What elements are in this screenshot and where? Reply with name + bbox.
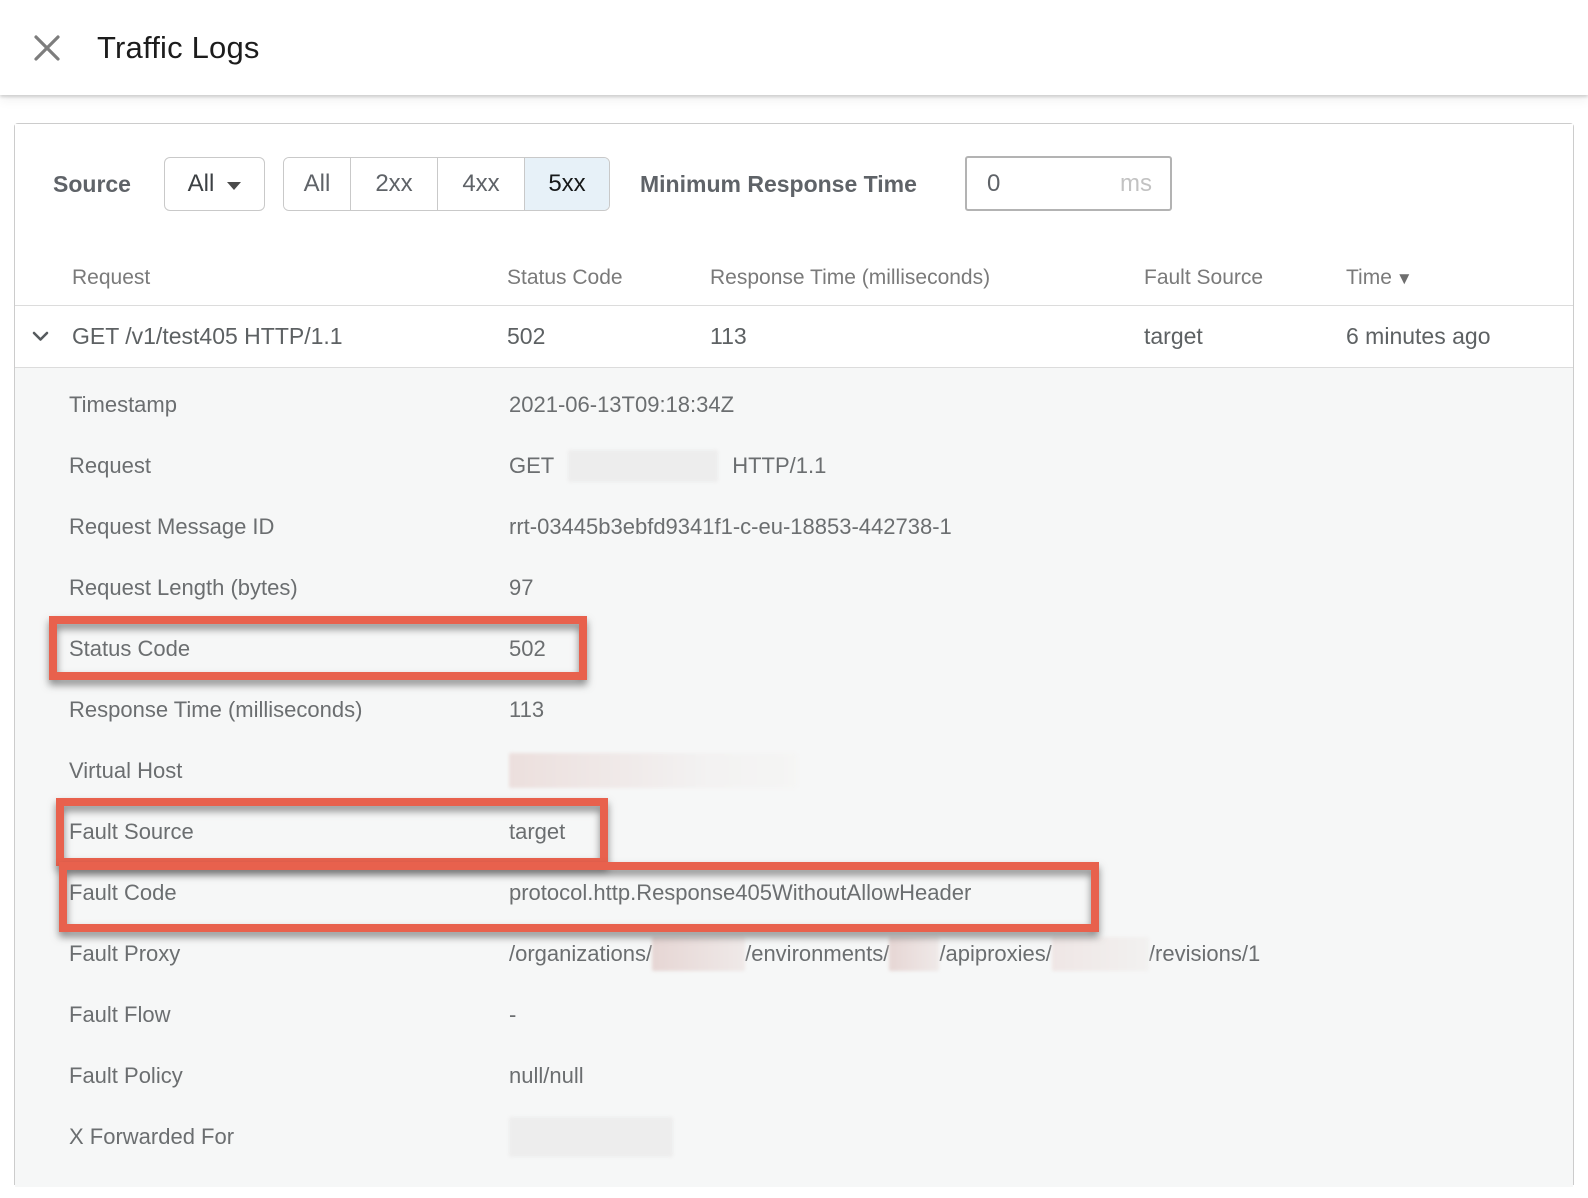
detail-value: 97 bbox=[509, 575, 1573, 601]
row-expand-chevron-icon[interactable] bbox=[32, 331, 56, 342]
detail-label: Fault Policy bbox=[15, 1063, 509, 1089]
page-title: Traffic Logs bbox=[97, 30, 260, 66]
detail-value: GET HTTP/1.1 bbox=[509, 450, 1573, 482]
detail-row-status-code: Status Code502 bbox=[15, 618, 1573, 679]
min-response-time-input[interactable]: 0 ms bbox=[965, 156, 1172, 211]
detail-label: Fault Proxy bbox=[15, 941, 509, 967]
detail-row-fault-flow: Fault Flow- bbox=[15, 984, 1573, 1045]
detail-value: 113 bbox=[509, 697, 1573, 723]
status-filter-segmented: All2xx4xx5xx bbox=[283, 157, 610, 211]
redacted-value bbox=[509, 1117, 673, 1157]
detail-value: rrt-03445b3ebfd9341f1-c-eu-18853-442738-… bbox=[509, 514, 1573, 540]
detail-row-fault-proxy: Fault Proxy/organizations/ /environments/… bbox=[15, 923, 1573, 984]
detail-label: Fault Source bbox=[15, 819, 509, 845]
detail-value: /organizations/ /environments/ /apiproxies… bbox=[509, 937, 1573, 971]
source-dropdown-value: All bbox=[188, 170, 215, 198]
redacted-value bbox=[1052, 937, 1149, 971]
detail-label: Virtual Host bbox=[15, 758, 509, 784]
detail-label: Request bbox=[15, 453, 509, 479]
dialog-header: Traffic Logs bbox=[0, 0, 1588, 95]
close-icon[interactable] bbox=[30, 31, 64, 65]
min-response-time-unit: ms bbox=[1120, 170, 1152, 198]
column-header-time-label: Time bbox=[1346, 266, 1392, 290]
status-filter-4xx[interactable]: 4xx bbox=[437, 158, 524, 210]
row-request: GET /v1/test405 HTTP/1.1 bbox=[72, 323, 343, 350]
detail-row-request: RequestGET HTTP/1.1 bbox=[15, 435, 1573, 496]
detail-label: Timestamp bbox=[15, 392, 509, 418]
row-status-code: 502 bbox=[507, 323, 710, 350]
filter-bar: Source All All2xx4xx5xx Minimum Response… bbox=[15, 124, 1573, 251]
status-filter-all[interactable]: All bbox=[284, 158, 350, 210]
detail-row-fault-source: Fault Sourcetarget bbox=[15, 801, 1573, 862]
column-header-response-time: Response Time (milliseconds) bbox=[710, 266, 1144, 290]
traffic-logs-panel: Source All All2xx4xx5xx Minimum Response… bbox=[14, 123, 1574, 1185]
detail-row-virtual-host: Virtual Host bbox=[15, 740, 1573, 801]
detail-value bbox=[509, 753, 1573, 788]
table-header: Request Status Code Response Time (milli… bbox=[15, 251, 1573, 306]
status-filter-2xx[interactable]: 2xx bbox=[350, 158, 437, 210]
detail-value: target bbox=[509, 819, 1573, 845]
detail-value-text: GET bbox=[509, 453, 554, 479]
detail-value: - bbox=[509, 1002, 1573, 1028]
redacted-value bbox=[509, 753, 797, 788]
sort-desc-icon: ▼ bbox=[1396, 270, 1413, 287]
redacted-value bbox=[652, 937, 745, 971]
status-filter-5xx[interactable]: 5xx bbox=[524, 158, 609, 210]
source-label: Source bbox=[53, 157, 131, 211]
detail-value: null/null bbox=[509, 1063, 1573, 1089]
column-header-status-code: Status Code bbox=[507, 266, 710, 290]
detail-row-fault-code: Fault Codeprotocol.http.Response405Witho… bbox=[15, 862, 1573, 923]
detail-row-request-length: Request Length (bytes)97 bbox=[15, 557, 1573, 618]
detail-value-text: /organizations/ bbox=[509, 941, 652, 967]
detail-row-fault-policy: Fault Policynull/null bbox=[15, 1045, 1573, 1106]
source-dropdown[interactable]: All bbox=[164, 157, 265, 211]
redacted-value bbox=[568, 450, 718, 482]
detail-label: Fault Code bbox=[15, 880, 509, 906]
detail-value-text: /revisions/1 bbox=[1149, 941, 1260, 967]
detail-value-text: HTTP/1.1 bbox=[732, 453, 826, 479]
column-header-time[interactable]: Time ▼ bbox=[1346, 266, 1573, 290]
min-response-time-value: 0 bbox=[987, 170, 1000, 198]
detail-value-text: /environments/ bbox=[745, 941, 889, 967]
detail-value-text: /apiproxies/ bbox=[939, 941, 1052, 967]
column-header-request: Request bbox=[15, 266, 507, 290]
detail-label: Status Code bbox=[15, 636, 509, 662]
detail-row-request-message-id: Request Message IDrrt-03445b3ebfd9341f1-… bbox=[15, 496, 1573, 557]
column-header-fault-source: Fault Source bbox=[1144, 266, 1346, 290]
detail-label: Fault Flow bbox=[15, 1002, 509, 1028]
row-fault-source: target bbox=[1144, 323, 1346, 350]
detail-row-timestamp: Timestamp2021-06-13T09:18:34Z bbox=[15, 374, 1573, 435]
detail-label: Request Message ID bbox=[15, 514, 509, 540]
row-response-time: 113 bbox=[710, 323, 1144, 350]
detail-row-response-time: Response Time (milliseconds)113 bbox=[15, 679, 1573, 740]
detail-value bbox=[509, 1117, 1573, 1157]
min-response-time-label: Minimum Response Time bbox=[640, 157, 917, 211]
detail-value: protocol.http.Response405WithoutAllowHea… bbox=[509, 880, 1573, 906]
detail-value: 2021-06-13T09:18:34Z bbox=[509, 392, 1573, 418]
detail-label: Response Time (milliseconds) bbox=[15, 697, 509, 723]
detail-row-x-forwarded-for: X Forwarded For bbox=[15, 1106, 1573, 1167]
detail-label: Request Length (bytes) bbox=[15, 575, 509, 601]
row-details-panel: Timestamp2021-06-13T09:18:34Z RequestGET H… bbox=[15, 368, 1573, 1187]
detail-label: X Forwarded For bbox=[15, 1124, 509, 1150]
table-row[interactable]: GET /v1/test405 HTTP/1.1 502 113 target … bbox=[15, 306, 1573, 368]
chevron-down-icon bbox=[227, 182, 241, 190]
row-time: 6 minutes ago bbox=[1346, 323, 1573, 350]
redacted-value bbox=[889, 937, 939, 971]
detail-value: 502 bbox=[509, 636, 1573, 662]
